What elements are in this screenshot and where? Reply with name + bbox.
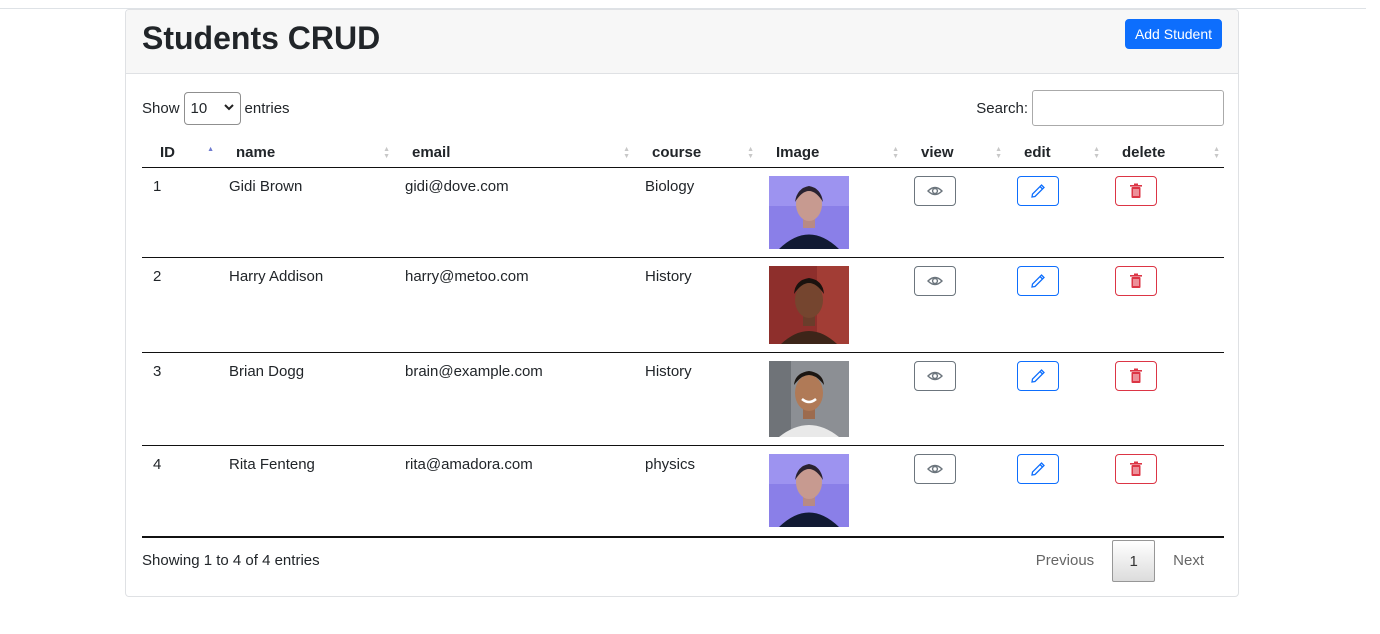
- cell-id: 4: [142, 445, 218, 538]
- delete-button[interactable]: [1115, 454, 1157, 484]
- column-header-image[interactable]: Image ▲ ▼: [758, 138, 903, 168]
- table-row: 3 Brian Dogg brain@example.com History: [142, 352, 1224, 446]
- table-header-row: ID ▲ name ▲ ▼ email ▲ ▼ course ▲ ▼ Image ▲ ▼ view…: [142, 138, 1224, 168]
- search-input[interactable]: [1032, 90, 1224, 126]
- view-button[interactable]: [914, 266, 956, 296]
- cell-email: gidi@dove.com: [394, 167, 634, 258]
- search-control: Search:: [976, 90, 1224, 126]
- sort-indicator: ▲ ▼: [747, 146, 754, 160]
- cell-name: Harry Addison: [218, 257, 394, 353]
- sort-indicator: ▲ ▼: [1213, 146, 1220, 160]
- eye-icon: [927, 186, 943, 196]
- table-info: Showing 1 to 4 of 4 entries: [142, 552, 320, 569]
- student-photo: [769, 266, 849, 344]
- pencil-icon: [1031, 274, 1045, 288]
- trash-icon: [1130, 273, 1142, 288]
- edit-button[interactable]: [1017, 454, 1059, 484]
- view-button[interactable]: [914, 454, 956, 484]
- cell-name: Rita Fenteng: [218, 445, 394, 538]
- sort-indicator: ▲ ▼: [623, 146, 630, 160]
- chevron-down-icon: [223, 103, 234, 114]
- previous-page-button[interactable]: Previous: [1018, 540, 1112, 582]
- cell-email: rita@amadora.com: [394, 445, 634, 538]
- eye-icon: [927, 276, 943, 286]
- show-label: Show: [142, 100, 180, 117]
- delete-button[interactable]: [1115, 176, 1157, 206]
- cell-course: physics: [634, 445, 758, 538]
- sort-indicator: ▲ ▼: [383, 146, 390, 160]
- cell-id: 3: [142, 352, 218, 446]
- delete-button[interactable]: [1115, 266, 1157, 296]
- delete-button[interactable]: [1115, 361, 1157, 391]
- sort-indicator: ▲ ▼: [995, 146, 1002, 160]
- table-controls: Show 10 entries Search:: [142, 90, 1224, 126]
- add-student-button[interactable]: Add Student: [1124, 19, 1222, 49]
- column-header-id[interactable]: ID ▲: [142, 138, 218, 168]
- page-length-value: 10: [190, 100, 208, 117]
- next-page-button[interactable]: Next: [1155, 540, 1222, 582]
- edit-button[interactable]: [1017, 176, 1059, 206]
- eye-icon: [927, 371, 943, 381]
- sort-indicator: ▲ ▼: [892, 146, 899, 160]
- column-header-course[interactable]: course ▲ ▼: [634, 138, 758, 168]
- page-button-current[interactable]: 1: [1112, 540, 1156, 582]
- student-photo: [769, 361, 849, 437]
- table-row: 1 Gidi Brown gidi@dove.com Biology: [142, 167, 1224, 258]
- cell-course: History: [634, 257, 758, 353]
- table-row: 4 Rita Fenteng rita@amadora.com physics: [142, 445, 1224, 538]
- edit-button[interactable]: [1017, 266, 1059, 296]
- card-header: Students CRUD Add Student: [126, 10, 1238, 74]
- column-header-email[interactable]: email ▲ ▼: [394, 138, 634, 168]
- page-title: Students CRUD: [142, 20, 381, 56]
- cell-name: Gidi Brown: [218, 167, 394, 258]
- column-header-delete[interactable]: delete ▲ ▼: [1104, 138, 1224, 168]
- column-header-edit[interactable]: edit ▲ ▼: [1006, 138, 1104, 168]
- sort-indicator: ▲ ▼: [1093, 146, 1100, 160]
- view-button[interactable]: [914, 361, 956, 391]
- pagination: Previous 1 Next: [1018, 540, 1222, 582]
- cell-course: Biology: [634, 167, 758, 258]
- view-button[interactable]: [914, 176, 956, 206]
- table-row: 2 Harry Addison harry@metoo.com History: [142, 257, 1224, 353]
- eye-icon: [927, 464, 943, 474]
- pencil-icon: [1031, 184, 1045, 198]
- search-label: Search:: [976, 99, 1028, 117]
- pencil-icon: [1031, 369, 1045, 383]
- page-length-control: Show 10 entries: [142, 92, 290, 125]
- trash-icon: [1130, 461, 1142, 476]
- column-header-name[interactable]: name ▲ ▼: [218, 138, 394, 168]
- cell-email: harry@metoo.com: [394, 257, 634, 353]
- entries-label: entries: [244, 100, 290, 117]
- cell-email: brain@example.com: [394, 352, 634, 446]
- edit-button[interactable]: [1017, 361, 1059, 391]
- column-header-view[interactable]: view ▲ ▼: [903, 138, 1006, 168]
- trash-icon: [1130, 183, 1142, 198]
- cell-course: History: [634, 352, 758, 446]
- pencil-icon: [1031, 462, 1045, 476]
- cell-id: 2: [142, 257, 218, 353]
- cell-name: Brian Dogg: [218, 352, 394, 446]
- student-photo: [769, 454, 849, 527]
- cell-id: 1: [142, 167, 218, 258]
- student-photo: [769, 176, 849, 249]
- students-card: Students CRUD Add Student Show 10 entrie…: [125, 9, 1239, 597]
- students-table: ID ▲ name ▲ ▼ email ▲ ▼ course ▲ ▼ Image ▲ ▼ view…: [142, 138, 1224, 538]
- trash-icon: [1130, 368, 1142, 383]
- page-length-select[interactable]: 10: [183, 92, 241, 125]
- sort-indicator: ▲: [207, 146, 214, 153]
